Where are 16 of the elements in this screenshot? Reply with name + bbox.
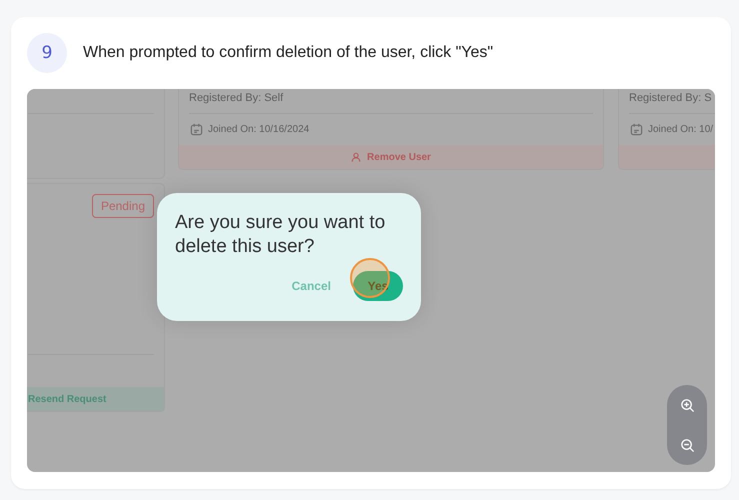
step-number: 9 bbox=[27, 33, 67, 73]
calendar-icon bbox=[190, 123, 203, 136]
joined-date-text: Joined On: 10/ bbox=[648, 124, 714, 136]
resend-request-button[interactable]: Resend Request bbox=[27, 387, 164, 411]
calendar-icon bbox=[630, 123, 643, 136]
user-icon bbox=[351, 152, 362, 162]
zoom-in-icon[interactable] bbox=[680, 398, 694, 412]
remove-user-button[interactable]: Remove User bbox=[179, 145, 603, 169]
step-instruction: When prompted to confirm deletion of the user, click "Yes" bbox=[83, 44, 494, 62]
status-badge: Pending bbox=[92, 194, 154, 218]
cancel-button[interactable]: Cancel bbox=[292, 279, 331, 293]
joined-date-text: Joined On: 10/16/2024 bbox=[208, 124, 310, 136]
zoom-out-icon[interactable] bbox=[680, 438, 694, 452]
dialog-question: Are you sure you want to delete this user? bbox=[175, 211, 386, 259]
registered-by-text: Registered By: S bbox=[628, 92, 713, 106]
registered-by-text: Registered By: Self bbox=[188, 92, 284, 106]
